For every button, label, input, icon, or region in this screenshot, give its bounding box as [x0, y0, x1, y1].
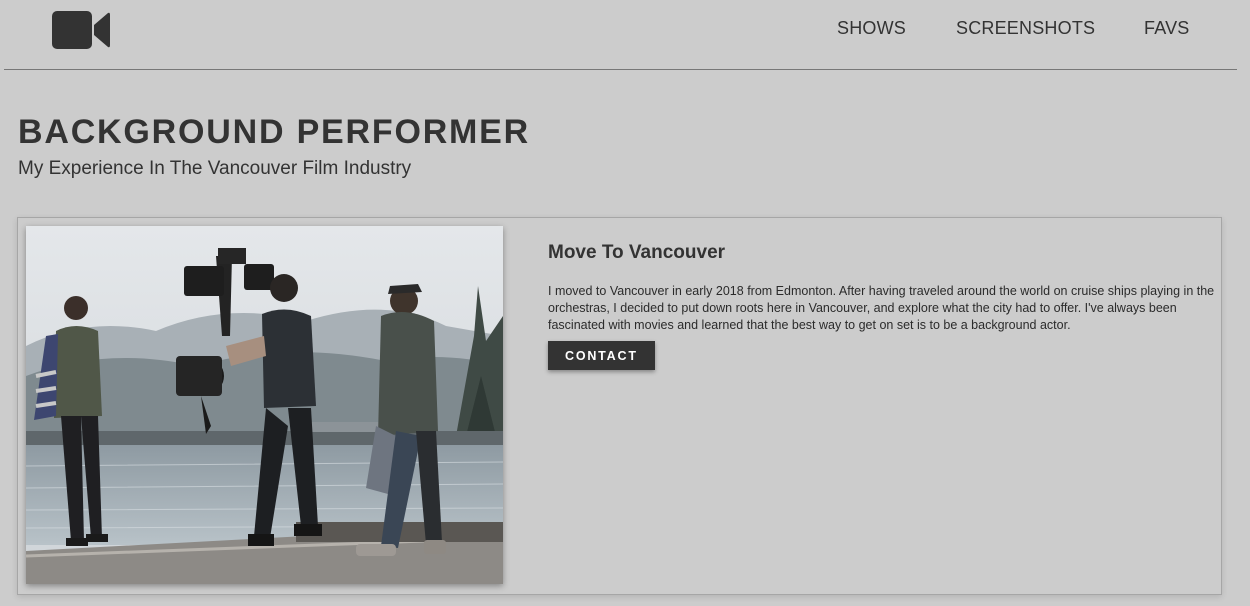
page: SHOWS SCREENSHOTS FAVS BACKGROUND PERFOR…	[0, 0, 1250, 606]
page-subtitle: My Experience In The Vancouver Film Indu…	[18, 158, 412, 179]
card-title: Move To Vancouver	[548, 242, 726, 263]
nav-link-favs[interactable]: FAVS	[1144, 18, 1189, 39]
site-header: SHOWS SCREENSHOTS FAVS	[4, 0, 1237, 70]
nav-link-screenshots[interactable]: SCREENSHOTS	[956, 18, 1095, 39]
video-camera-icon[interactable]	[52, 11, 110, 49]
card-content: Move To Vancouver I moved to Vancouver i…	[548, 242, 1218, 370]
nav-link-shows[interactable]: SHOWS	[837, 18, 906, 39]
film-crew-photo	[26, 226, 503, 584]
contact-button[interactable]: CONTACT	[548, 341, 655, 370]
card-body-text: I moved to Vancouver in early 2018 from …	[548, 284, 1215, 332]
story-card: Move To Vancouver I moved to Vancouver i…	[17, 217, 1222, 595]
page-title: BACKGROUND PERFORMER	[18, 113, 530, 151]
